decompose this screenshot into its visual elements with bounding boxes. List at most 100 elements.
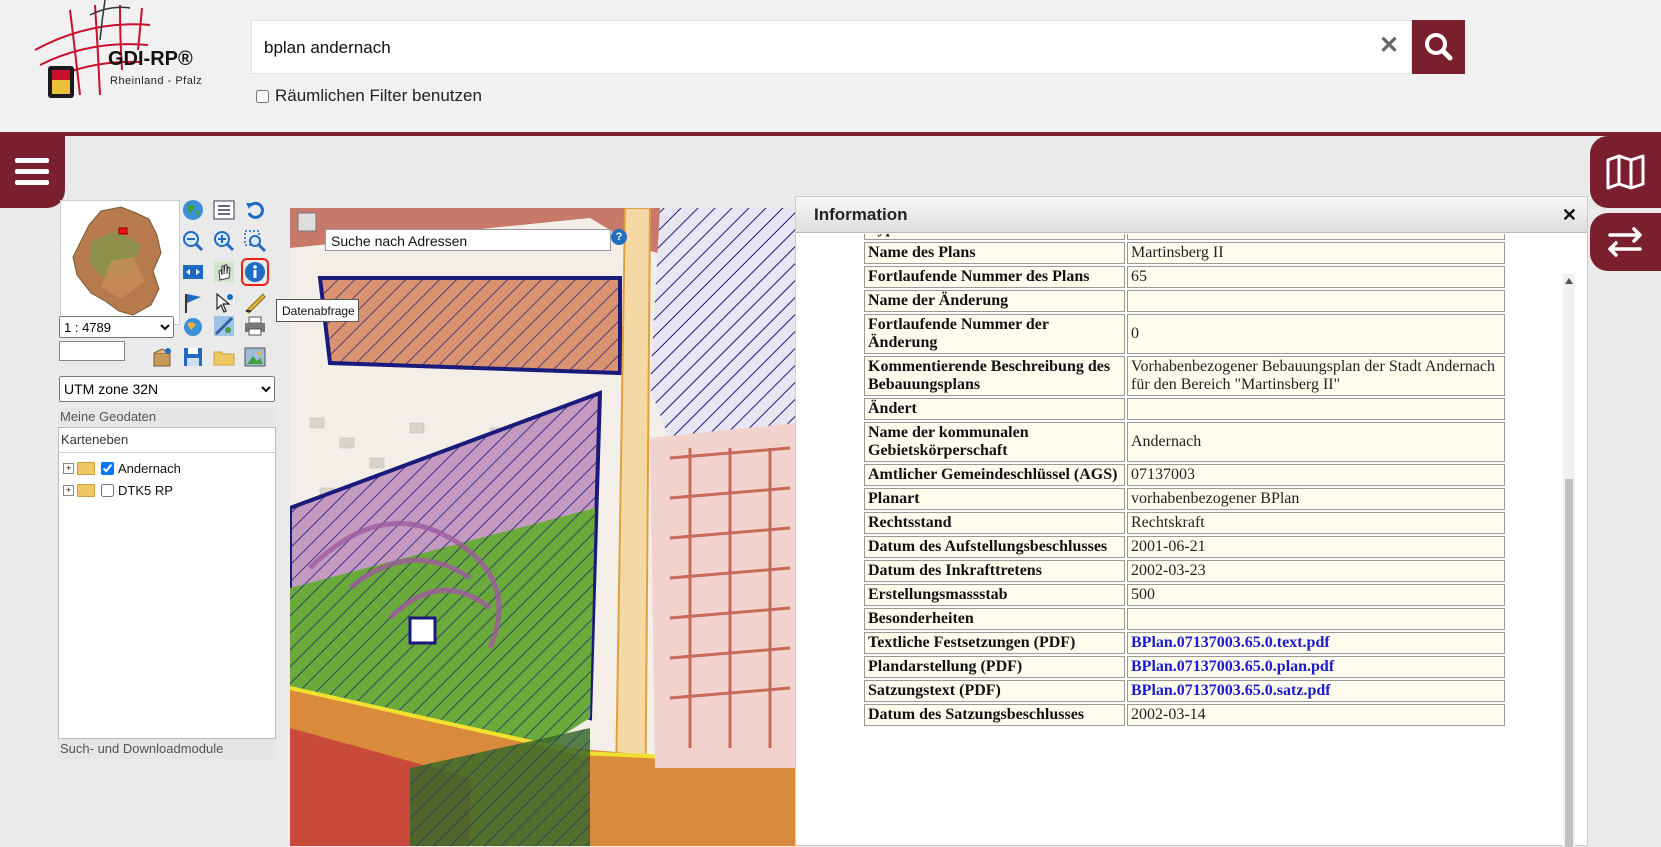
rlp-overview-icon [72,206,162,316]
hamburger-icon [15,158,49,163]
download-modules-header[interactable]: Such- und Downloadmodule [58,739,276,759]
search-button[interactable] [1412,20,1465,74]
scale-select[interactable]: 1 : 4789 [59,316,174,338]
information-body[interactable]: Typ des PlansBPlanName des PlansMartinsb… [796,234,1587,847]
pdf-link[interactable]: BPlan.07137003.65.0.satz.pdf [1131,682,1331,699]
table-row: Fortlaufende Nummer des Plans 65 [864,266,1505,288]
attribute-key: Fortlaufende Nummer des Plans [864,266,1125,288]
scrollbar-thumb[interactable] [1565,479,1573,847]
zoom-box-icon[interactable] [243,229,267,253]
attribute-key: Name der Änderung [864,290,1125,312]
attribute-value: Vorhabenbezogener Bebauungsplan der Stad… [1127,356,1505,396]
main-menu-button[interactable] [0,136,65,208]
undo-view-icon[interactable] [243,198,267,222]
table-row: Textliche Festsetzungen (PDF) BPlan.07137… [864,632,1505,654]
select-feature-icon[interactable] [212,291,236,315]
attribute-key: Kommentierende Beschreibung des Bebauung… [864,356,1125,396]
layer-label: DTK5 RP [118,482,173,498]
save-disk-icon[interactable] [181,345,205,369]
search-input[interactable] [262,33,1266,63]
spatial-filter-checkbox[interactable] [256,89,269,103]
map-panel-tab[interactable] [1590,136,1661,208]
close-icon[interactable]: ✕ [1562,197,1577,233]
pan-hand-icon[interactable] [212,260,236,284]
attribute-value: 2002-03-23 [1127,560,1505,582]
logo-title: GDI-RP® [108,48,193,70]
layer-item-andernach[interactable]: + Andernach [63,458,181,478]
map-tools-panel: 1 : 4789 UTM zone 32N Meine Geodaten Kar… [58,198,278,788]
search-icon [1425,33,1453,61]
attribute-value: Martinsberg II [1127,242,1505,264]
layer-tree-header: Karteneben [59,428,275,453]
table-row: Fortlaufende Nummer der Änderung 0 [864,314,1505,354]
clear-search-button[interactable]: ✕ [1373,30,1405,62]
attribute-key: Erstellungsmassstab [864,584,1125,606]
expand-icon[interactable]: + [63,484,74,496]
attribute-value: 0 [1127,314,1505,354]
open-folder-icon[interactable] [212,345,236,369]
map-icon [1606,154,1645,190]
wms-tools-icon[interactable] [212,314,236,338]
folder-icon [77,461,95,475]
attribute-key: Typ des Plans [864,234,1125,240]
globe-icon[interactable] [181,198,205,222]
full-extent-icon[interactable] [181,260,205,284]
layer-checkbox-dtk5[interactable] [101,483,114,497]
attribute-key: Plandarstellung (PDF) [864,656,1125,678]
pdf-link[interactable]: BPlan.07137003.65.0.text.pdf [1131,634,1330,651]
header-divider [0,132,1661,136]
pdf-link[interactable]: BPlan.07137003.65.0.plan.pdf [1131,658,1334,675]
print-icon[interactable] [243,314,267,338]
gdi-rp-logo[interactable]: GDI-RP® Rheinland - Pfalz [30,0,210,105]
coordinate-input[interactable] [59,341,125,361]
table-row: Datum des Aufstellungsbeschlusses 2001-06… [864,536,1505,558]
expand-icon[interactable]: + [63,462,74,474]
scrollbar[interactable] [1563,274,1575,847]
attribute-key: Datum des Inkrafttretens [864,560,1125,582]
attribute-value: Andernach [1127,422,1505,462]
zoom-out-icon[interactable] [181,229,205,253]
table-row: Amtlicher Gemeindeschlüssel (AGS) 0713700… [864,464,1505,486]
attribute-key: Planart [864,488,1125,510]
attribute-key: Datum des Aufstellungsbeschlusses [864,536,1125,558]
spatial-filter-toggle[interactable]: Räumlichen Filter benutzen [256,86,482,106]
zoom-in-icon[interactable] [212,229,236,253]
legend-list-icon[interactable] [212,198,236,222]
attribute-value [1127,608,1505,630]
info-query-icon[interactable] [241,258,269,286]
my-geodata-header[interactable]: Meine Geodaten [58,408,276,426]
spatial-filter-label: Räumlichen Filter benutzen [275,86,482,105]
help-icon[interactable]: ? [611,229,627,245]
scroll-up-arrow-icon[interactable] [1565,278,1573,284]
hamburger-icon-line [15,169,49,174]
attribute-key: Satzungstext (PDF) [864,680,1125,702]
map-canvas[interactable] [290,208,795,846]
table-row: Rechtsstand Rechtskraft [864,512,1505,534]
add-layer-box-icon[interactable] [150,345,174,369]
wms-globe-icon[interactable] [181,314,205,338]
hamburger-icon-line [15,180,49,185]
information-dialog-title[interactable]: Information ✕ [796,197,1587,233]
close-icon: ✕ [1378,32,1400,59]
address-search-input[interactable]: Suche nach Adressen [325,229,611,251]
table-row: Plandarstellung (PDF) BPlan.07137003.65.0… [864,656,1505,678]
attribute-key: Besonderheiten [864,608,1125,630]
table-row: Erstellungsmassstab 500 [864,584,1505,606]
projection-select[interactable]: UTM zone 32N [59,376,275,402]
attribute-key: Fortlaufende Nummer der Änderung [864,314,1125,354]
attribute-key: Textliche Festsetzungen (PDF) [864,632,1125,654]
attribute-value: 07137003 [1127,464,1505,486]
swap-panel-tab[interactable] [1590,213,1661,271]
layer-checkbox-andernach[interactable] [101,461,114,475]
layer-item-dtk5[interactable]: + DTK5 RP [63,480,173,500]
attribute-key: Rechtsstand [864,512,1125,534]
table-row: Datum des Satzungsbeschlusses 2002-03-14 [864,704,1505,726]
measure-ruler-icon[interactable] [243,291,267,315]
bplan-map-image [290,208,795,846]
bookmark-flag-icon[interactable] [181,291,205,315]
image-export-icon[interactable] [243,345,267,369]
table-row: Datum des Inkrafttretens 2002-03-23 [864,560,1505,582]
table-row: Typ des PlansBPlan [864,234,1505,240]
overview-map[interactable] [60,200,180,325]
attribute-value: 65 [1127,266,1505,288]
